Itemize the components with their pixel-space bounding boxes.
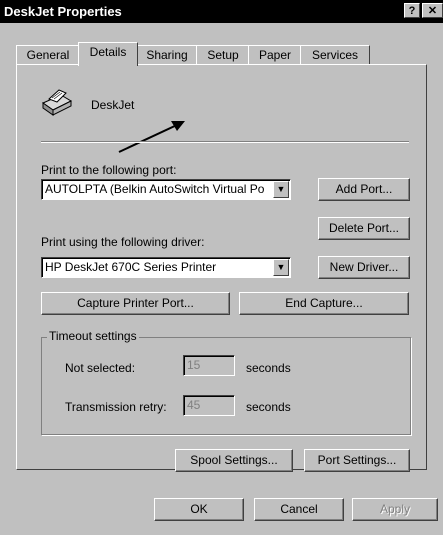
window-title: DeskJet Properties: [4, 4, 122, 19]
port-dropdown[interactable]: AUTOLPTA (Belkin AutoSwitch Virtual Po ▼: [41, 179, 291, 200]
ok-button[interactable]: OK: [154, 498, 244, 521]
capture-port-button[interactable]: Capture Printer Port...: [41, 292, 230, 315]
arrow-icon: [115, 115, 195, 155]
not-selected-field[interactable]: 15: [183, 355, 235, 376]
driver-value: HP DeskJet 670C Series Printer: [45, 260, 217, 274]
close-button[interactable]: ✕: [422, 3, 443, 18]
help-button[interactable]: ?: [404, 3, 420, 18]
end-capture-button[interactable]: End Capture...: [239, 292, 409, 315]
tab-general[interactable]: General: [16, 45, 80, 65]
delete-port-button[interactable]: Delete Port...: [318, 217, 410, 240]
timeout-title: Timeout settings: [47, 329, 139, 343]
not-selected-label: Not selected:: [65, 361, 136, 375]
transmission-units: seconds: [246, 400, 291, 414]
cancel-button[interactable]: Cancel: [254, 498, 344, 521]
driver-dropdown[interactable]: HP DeskJet 670C Series Printer ▼: [41, 257, 291, 278]
spool-settings-button[interactable]: Spool Settings...: [175, 449, 293, 472]
tab-sharing[interactable]: Sharing: [136, 45, 198, 65]
port-label: Print to the following port:: [41, 163, 177, 177]
details-panel: DeskJet Print to the following port: AUT…: [16, 64, 427, 472]
port-value: AUTOLPTA (Belkin AutoSwitch Virtual Po: [45, 182, 265, 196]
transmission-label: Transmission retry:: [65, 400, 167, 414]
tab-setup[interactable]: Setup: [196, 45, 250, 65]
tab-paper[interactable]: Paper: [248, 45, 302, 65]
separator: [41, 141, 409, 143]
properties-dialog: DeskJet Properties ? ✕ General Details S…: [0, 0, 443, 535]
printer-name: DeskJet: [91, 98, 135, 112]
title-bar: DeskJet Properties ? ✕: [0, 0, 443, 23]
port-settings-button[interactable]: Port Settings...: [304, 449, 410, 472]
add-port-button[interactable]: Add Port...: [318, 178, 410, 201]
new-driver-button[interactable]: New Driver...: [318, 256, 410, 279]
transmission-field[interactable]: 45: [183, 395, 235, 416]
driver-label: Print using the following driver:: [41, 235, 205, 249]
tab-details[interactable]: Details: [78, 42, 138, 66]
timeout-group: [41, 337, 411, 435]
apply-button[interactable]: Apply: [352, 498, 438, 521]
chevron-down-icon[interactable]: ▼: [273, 181, 289, 198]
printer-icon: [39, 87, 73, 117]
tab-services[interactable]: Services: [300, 45, 370, 65]
chevron-down-icon[interactable]: ▼: [273, 259, 289, 276]
not-selected-units: seconds: [246, 361, 291, 375]
